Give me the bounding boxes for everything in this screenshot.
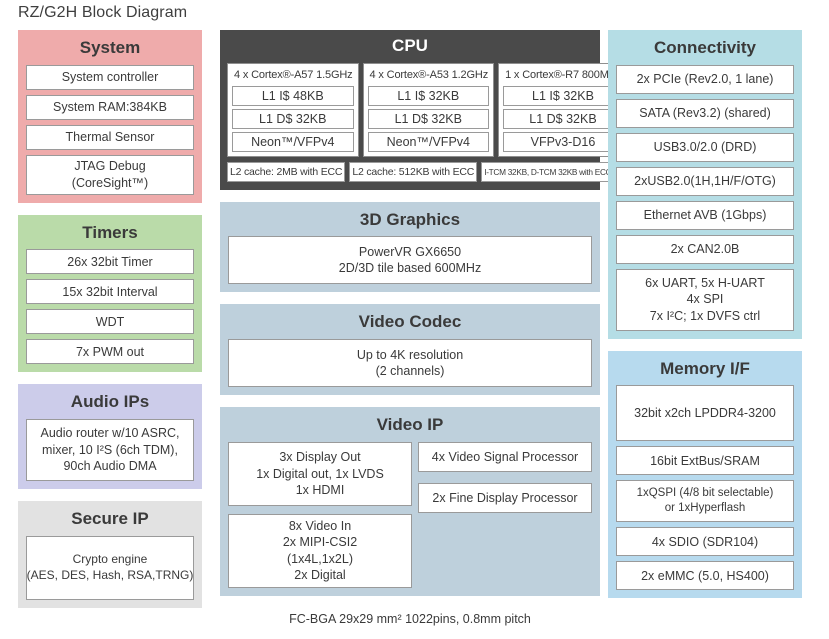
core-r7-l1i: L1 I$ 32KB <box>503 85 623 106</box>
group-connectivity: Connectivity 2x PCIe (Rev2.0, 1 lane) SA… <box>608 30 802 339</box>
cell-audio-router: Audio router w/10 ASRC, mixer, 10 I²S (6… <box>26 419 194 482</box>
cpu-core-row: 4 x Cortex®-A57 1.5GHz L1 I$ 48KB L1 D$ … <box>227 62 628 157</box>
cell-qspi-hyperflash: 1xQSPI (4/8 bit selectable) or 1xHyperfl… <box>616 480 794 523</box>
group-audio-ips-title: Audio IPs <box>70 392 150 412</box>
core-a57-l1d: L1 D$ 32KB <box>232 108 354 129</box>
core-r7-vfp: VFPv3-D16 <box>503 131 623 152</box>
group-secure-ip: Secure IP Crypto engine (AES, DES, Hash,… <box>18 501 202 608</box>
core-a53-header: 4 x Cortex®-A53 1.2GHz <box>369 68 489 81</box>
group-timers: Timers 26x 32bit Timer 15x 32bit Interva… <box>18 214 202 373</box>
group-timers-cells: 26x 32bit Timer 15x 32bit Interval WDT 7… <box>26 249 194 365</box>
group-secure-ip-title: Secure IP <box>71 509 149 529</box>
core-a53-neon: Neon™/VFPv4 <box>367 131 490 152</box>
left-column: System System controller System RAM:384K… <box>18 30 202 620</box>
group-3d-graphics: 3D Graphics PowerVR GX6650 2D/3D tile ba… <box>220 201 600 293</box>
right-column: Connectivity 2x PCIe (Rev2.0, 1 lane) SA… <box>608 30 802 610</box>
group-memory-if: Memory I/F 32bit x2ch LPDDR4-3200 16bit … <box>608 350 802 599</box>
cpu-core-a53: 4 x Cortex®-A53 1.2GHz L1 I$ 32KB L1 D$ … <box>362 62 495 157</box>
block-diagram-page: RZ/G2H Block Diagram System System contr… <box>0 0 829 639</box>
middle-column: CPU 4 x Cortex®-A57 1.5GHz L1 I$ 48KB L1… <box>220 30 628 608</box>
group-system-title: System <box>79 38 141 57</box>
cell-display-out: 3x Display Out 1x Digital out, 1x LVDS 1… <box>228 441 412 506</box>
cell-32bit-interval: 15x 32bit Interval <box>26 279 194 305</box>
group-memory-if-title: Memory I/F <box>660 358 750 378</box>
cpu-core-a57: 4 x Cortex®-A57 1.5GHz L1 I$ 48KB L1 D$ … <box>227 62 359 157</box>
group-system: System System controller System RAM:384K… <box>18 30 202 203</box>
cell-system-controller: System controller <box>26 64 194 90</box>
cell-jtag-debug: JTAG Debug (CoreSight™) <box>26 154 194 195</box>
cell-video-signal-processor: 4x Video Signal Processor <box>418 441 592 472</box>
cell-uart-spi-i2c: 6x UART, 5x H-UART 4x SPI 7x I²C; 1x DVF… <box>616 268 794 331</box>
video-ip-right-col: 4x Video Signal Processor 2x Fine Displa… <box>418 441 592 588</box>
group-video-ip-title: Video IP <box>376 415 444 435</box>
cell-thermal-sensor: Thermal Sensor <box>26 124 194 150</box>
cell-pcie: 2x PCIe (Rev2.0, 1 lane) <box>616 64 794 94</box>
group-video-ip: Video IP 3x Display Out 1x Digital out, … <box>220 407 600 596</box>
cell-video-codec-res: Up to 4K resolution (2 channels) <box>228 339 592 388</box>
cpu-l2-row: L2 cache: 2MB with ECC L2 cache: 512KB w… <box>227 161 615 182</box>
group-video-codec: Video Codec Up to 4K resolution (2 chann… <box>220 304 600 396</box>
group-system-cells: System controller System RAM:384KB Therm… <box>26 64 194 195</box>
cell-usb3: USB3.0/2.0 (DRD) <box>616 132 794 162</box>
cell-extbus-sram: 16bit ExtBus/SRAM <box>616 446 794 476</box>
core-a53-l1d: L1 D$ 32KB <box>367 108 490 129</box>
video-ip-left-col: 3x Display Out 1x Digital out, 1x LVDS 1… <box>228 441 412 588</box>
cell-ethernet-avb: Ethernet AVB (1Gbps) <box>616 200 794 230</box>
group-connectivity-title: Connectivity <box>653 38 757 57</box>
cpu-l2-a53: L2 cache: 512KB with ECC <box>349 161 478 182</box>
cpu-l2-a57: L2 cache: 2MB with ECC <box>227 161 346 182</box>
cell-crypto-engine: Crypto engine (AES, DES, Hash, RSA,TRNG) <box>26 535 194 600</box>
group-audio-ips: Audio IPs Audio router w/10 ASRC, mixer,… <box>18 384 202 490</box>
cell-video-in: 8x Video In 2x MIPI-CSI2 (1x4L,1x2L) 2x … <box>228 513 412 588</box>
cell-sdio: 4x SDIO (SDR104) <box>616 527 794 557</box>
cell-wdt: WDT <box>26 309 194 335</box>
group-cpu-title: CPU <box>392 36 428 55</box>
core-r7-l1d: L1 D$ 32KB <box>503 108 623 129</box>
cell-sata: SATA (Rev3.2) (shared) <box>616 98 794 128</box>
cell-powervr: PowerVR GX6650 2D/3D tile based 600MHz <box>228 236 592 285</box>
core-a53-l1i: L1 I$ 32KB <box>367 85 490 106</box>
cell-fine-display-processor: 2x Fine Display Processor <box>418 482 592 513</box>
core-a57-l1i: L1 I$ 48KB <box>232 85 354 106</box>
video-ip-grid: 3x Display Out 1x Digital out, 1x LVDS 1… <box>228 441 592 588</box>
cpu-tcm-r7: I-TCM 32KB, D-TCM 32KB with ECC <box>481 161 615 182</box>
group-cpu: CPU 4 x Cortex®-A57 1.5GHz L1 I$ 48KB L1… <box>220 30 628 190</box>
group-video-codec-title: Video Codec <box>358 312 462 332</box>
core-a57-neon: Neon™/VFPv4 <box>232 131 354 152</box>
package-caption: FC-BGA 29x29 mm² 1022pins, 0.8mm pitch <box>289 612 531 626</box>
cell-32bit-timer: 26x 32bit Timer <box>26 249 194 275</box>
core-a57-header: 4 x Cortex®-A57 1.5GHz <box>234 68 353 81</box>
group-3d-graphics-title: 3D Graphics <box>359 209 461 229</box>
page-title: RZ/G2H Block Diagram <box>18 4 188 21</box>
group-connectivity-cells: 2x PCIe (Rev2.0, 1 lane) SATA (Rev3.2) (… <box>616 64 794 331</box>
cell-emmc: 2x eMMC (5.0, HS400) <box>616 561 794 591</box>
cell-system-ram: System RAM:384KB <box>26 94 194 120</box>
group-memory-if-cells: 32bit x2ch LPDDR4-3200 16bit ExtBus/SRAM… <box>616 385 794 591</box>
group-timers-title: Timers <box>82 222 138 242</box>
core-r7-header: 1 x Cortex®-R7 800MHz <box>505 68 622 81</box>
cell-can: 2x CAN2.0B <box>616 234 794 264</box>
cell-pwm-out: 7x PWM out <box>26 339 194 365</box>
cell-usb2: 2xUSB2.0(1H,1H/F/OTG) <box>616 166 794 196</box>
cell-lpddr4: 32bit x2ch LPDDR4-3200 <box>616 385 794 442</box>
